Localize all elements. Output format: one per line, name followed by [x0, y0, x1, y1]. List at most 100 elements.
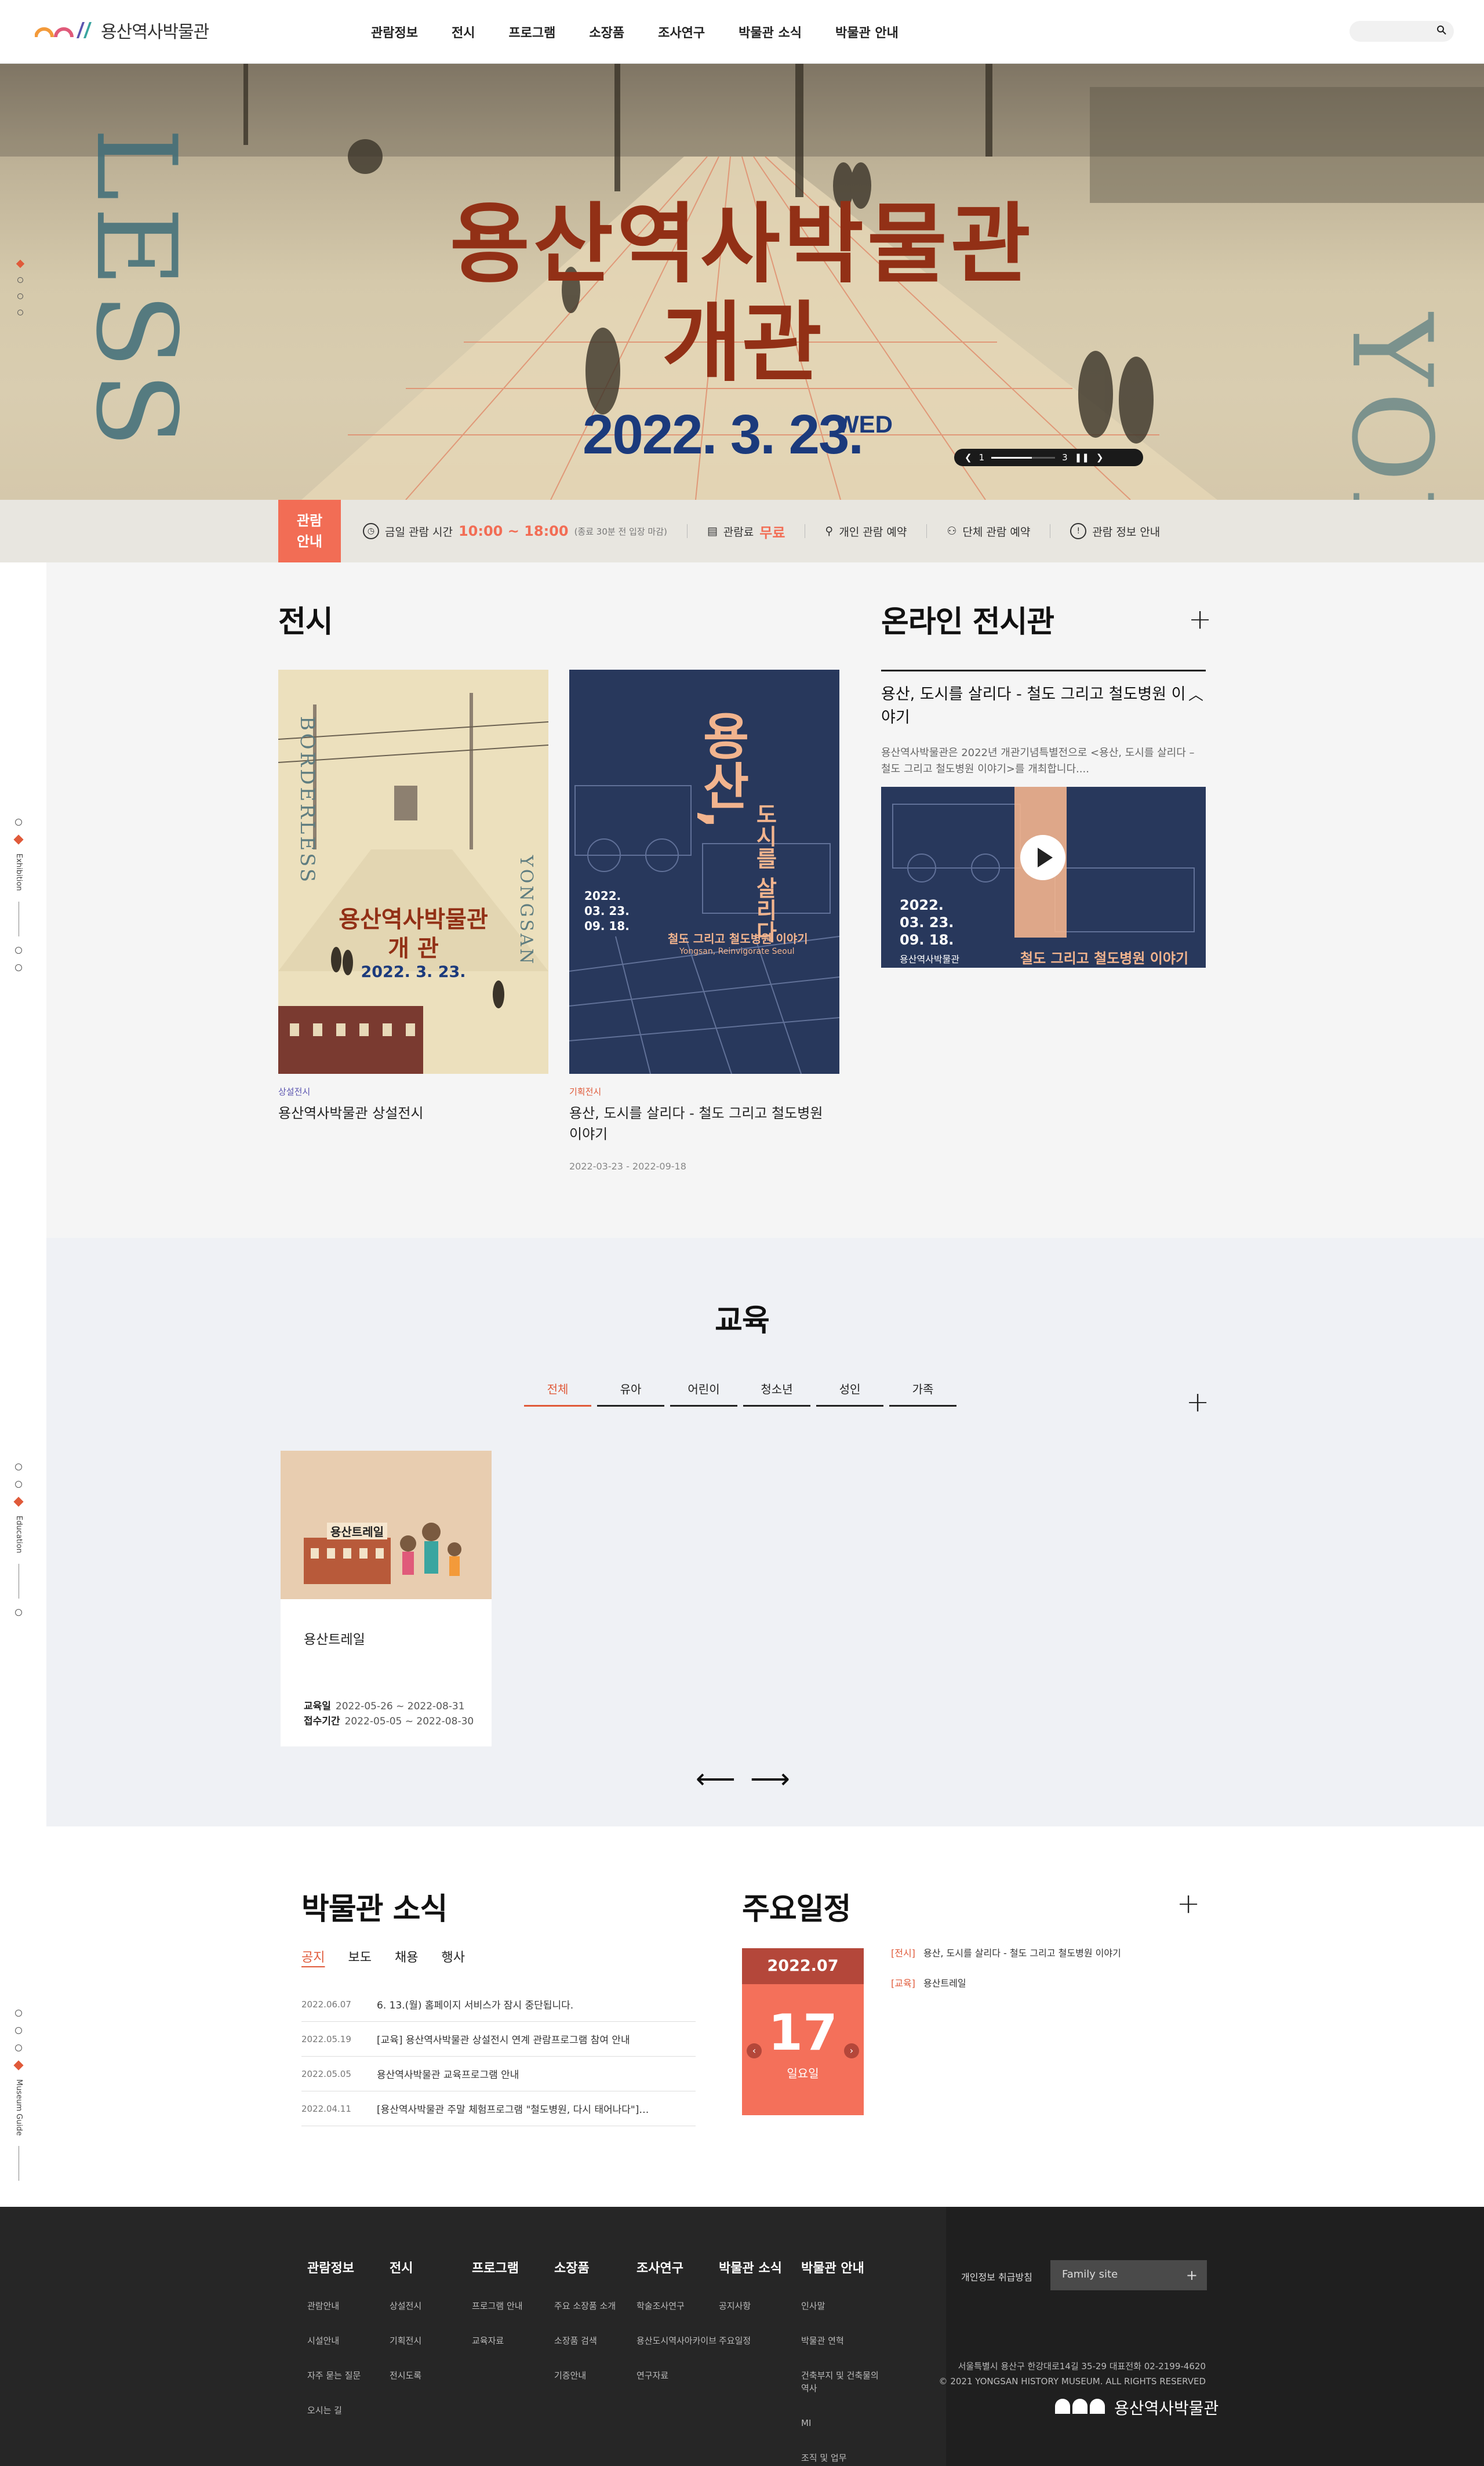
tab-youth[interactable]: 청소년: [743, 1380, 810, 1407]
indicator-dot[interactable]: [15, 2010, 22, 2017]
group-reservation-link[interactable]: ⚇ 단체 관람 예약: [947, 524, 1030, 539]
apply-label: 접수기간: [304, 1716, 340, 1727]
tab-press[interactable]: 보도: [348, 1947, 371, 1966]
footer-link[interactable]: 용산도시역사아카이브: [636, 2334, 719, 2347]
nav-program[interactable]: 프로그램: [508, 23, 555, 41]
footer-link[interactable]: 관람안내: [307, 2300, 390, 2312]
visit-info-bar: 관람 안내 ◷ 금일 관람 시간 10:00 ~ 18:00 (종료 30분 전…: [0, 500, 1484, 562]
footer-link[interactable]: 소장품 검색: [554, 2334, 636, 2347]
nav-visit-info[interactable]: 관람정보: [371, 23, 418, 41]
indicator-dot[interactable]: [15, 2044, 22, 2051]
exhibition-title-link[interactable]: 용산역사박물관 상설전시: [278, 1103, 548, 1124]
admission-fee: ▤ 관람료 무료: [707, 521, 785, 542]
nav-collection[interactable]: 소장품: [589, 23, 624, 41]
footer-link[interactable]: MI: [801, 2417, 883, 2429]
next-slide-icon[interactable]: ❯: [1096, 452, 1104, 463]
chevron-up-icon[interactable]: ︿: [1188, 683, 1203, 704]
exhibition-poster-permanent[interactable]: BORDERLESS YONGSAN 용산역사박물관 개 관 2022. 3. …: [278, 670, 548, 1074]
tab-child[interactable]: 어린이: [670, 1380, 737, 1407]
arrow-left-icon[interactable]: ⟵: [696, 1763, 736, 1795]
footer-link[interactable]: 상설전시: [390, 2300, 472, 2312]
tab-event[interactable]: 행사: [441, 1947, 464, 1966]
nav-exhibition[interactable]: 전시: [452, 23, 475, 41]
online-exhibition-subtitle[interactable]: 용산, 도시를 살리다 - 철도 그리고 철도병원 이야기: [881, 683, 1188, 729]
footer-link[interactable]: 시설안내: [307, 2334, 390, 2347]
footer-link[interactable]: 기증안내: [554, 2369, 636, 2382]
indicator-dot[interactable]: [15, 946, 22, 954]
indicator-dot[interactable]: [15, 2027, 22, 2034]
prev-slide-icon[interactable]: ❮: [965, 452, 972, 463]
indicator-dot-active[interactable]: [16, 259, 25, 268]
play-icon[interactable]: [1020, 835, 1065, 880]
video-date2: 03. 23.: [900, 914, 954, 931]
footer-link[interactable]: 자주 묻는 질문: [307, 2369, 390, 2382]
indicator-dot-active[interactable]: [13, 1497, 24, 1507]
period-value: 2022-05-26 ~ 2022-08-31: [335, 1701, 465, 1712]
footer-link[interactable]: 박물관 연혁: [801, 2334, 883, 2347]
site-logo[interactable]: 용산역사박물관: [35, 17, 209, 43]
personal-reservation-link[interactable]: ⚲ 개인 관람 예약: [825, 524, 907, 539]
footer-link[interactable]: 교육자료: [472, 2334, 554, 2347]
footer-link[interactable]: 프로그램 안내: [472, 2300, 554, 2312]
footer-link[interactable]: 주요일정: [719, 2334, 801, 2347]
hero-title-line2: 개관: [661, 292, 822, 394]
indicator-dot[interactable]: [15, 819, 22, 826]
family-site-select[interactable]: Family site +: [1050, 2260, 1207, 2290]
indicator-dot-active[interactable]: [13, 2060, 24, 2071]
footer-link[interactable]: 학술조사연구: [636, 2300, 719, 2312]
footer-link[interactable]: 인사말: [801, 2300, 883, 2312]
footer-link[interactable]: 오시는 길: [307, 2404, 390, 2417]
tab-all[interactable]: 전체: [524, 1380, 591, 1407]
list-item[interactable]: 2022.05.05 용산역사박물관 교육프로그램 안내: [301, 2057, 696, 2091]
exhibition-title-link[interactable]: 용산, 도시를 살리다 - 철도 그리고 철도병원 이야기: [569, 1103, 839, 1145]
arrow-right-icon[interactable]: ⟶: [750, 1763, 790, 1795]
more-plus-icon[interactable]: +: [1188, 603, 1212, 635]
indicator-dot[interactable]: [15, 1481, 22, 1488]
list-item[interactable]: [교육] 용산트레일: [891, 1976, 1121, 1991]
footer-link[interactable]: 연구자료: [636, 2369, 719, 2382]
indicator-dot[interactable]: [17, 277, 23, 283]
site-footer: 관람정보 관람안내 시설안내 자주 묻는 질문 오시는 길 전시 상설전시 기획…: [0, 2207, 1484, 2466]
chevron-right-icon[interactable]: ›: [844, 2043, 859, 2058]
list-item[interactable]: [전시] 용산, 도시를 살리다 - 철도 그리고 철도병원 이야기: [891, 1946, 1121, 1961]
footer-col-title: 박물관 소식: [719, 2261, 782, 2276]
footer-link[interactable]: 기획전시: [390, 2334, 472, 2347]
privacy-policy-link[interactable]: 개인정보 취급방침: [961, 2269, 1032, 2283]
nav-research[interactable]: 조사연구: [658, 23, 705, 41]
pause-icon[interactable]: ❚❚: [1075, 452, 1089, 463]
list-item[interactable]: 2022.06.07 6. 13.(월) 홈페이지 서비스가 잠시 중단됩니다.: [301, 1987, 696, 2022]
footer-link[interactable]: 공지사항: [719, 2300, 801, 2312]
indicator-dot[interactable]: [17, 310, 23, 315]
chevron-left-icon[interactable]: ‹: [747, 2043, 762, 2058]
nav-about[interactable]: 박물관 안내: [835, 23, 899, 41]
indicator-dot-active[interactable]: [13, 834, 24, 845]
list-item[interactable]: 2022.05.19 [교육] 용산역사박물관 상설전시 연계 관람프로그램 참여…: [301, 2022, 696, 2057]
indicator-dot[interactable]: [15, 1608, 22, 1616]
more-plus-icon[interactable]: +: [1186, 1386, 1209, 1418]
search-icon[interactable]: [1436, 24, 1447, 38]
search-input[interactable]: [1350, 21, 1454, 42]
footer-address: 서울특별시 용산구 한강대로14길 35-29 대표전화 02-2199-462…: [870, 2359, 1206, 2389]
tab-infant[interactable]: 유아: [597, 1380, 664, 1407]
indicator-dot[interactable]: [17, 293, 23, 299]
footer-link[interactable]: 전시도록: [390, 2369, 472, 2382]
education-card[interactable]: 용산트레일 용산트레일 교육일 2022-05-26 ~ 2022-08-31 접…: [281, 1451, 492, 1746]
tab-recruit[interactable]: 채용: [395, 1947, 418, 1966]
visit-guide-link[interactable]: ! 관람 정보 안내: [1070, 523, 1160, 539]
schedule-tag: [전시]: [891, 1948, 915, 1959]
tab-adult[interactable]: 성인: [816, 1380, 883, 1407]
indicator-dot[interactable]: [15, 1463, 22, 1470]
indicator-dot[interactable]: [15, 964, 22, 971]
hours-label: 금일 관람 시간: [385, 525, 453, 539]
exhibition-poster-special[interactable]: 용산, 도시를 살리다 2022. 03. 23. 09. 18. 철도 그리고…: [569, 670, 839, 1074]
footer-link[interactable]: 주요 소장품 소개: [554, 2300, 636, 2312]
fee-label: 관람료: [723, 525, 754, 539]
nav-news[interactable]: 박물관 소식: [739, 23, 802, 41]
list-item[interactable]: 2022.04.11 [용산역사박물관 주말 체험프로그램 "철도병원, 다시 태…: [301, 2091, 696, 2126]
news-text: [용산역사박물관 주말 체험프로그램 "철도병원, 다시 태어나다"]…: [377, 2104, 649, 2116]
side-indicator-education: Education: [13, 1463, 24, 1626]
more-plus-icon[interactable]: +: [1177, 1887, 1200, 1920]
tab-family[interactable]: 가족: [889, 1380, 956, 1407]
footer-link[interactable]: 조직 및 업무: [801, 2452, 883, 2464]
tab-notice[interactable]: 공지: [301, 1947, 325, 1966]
